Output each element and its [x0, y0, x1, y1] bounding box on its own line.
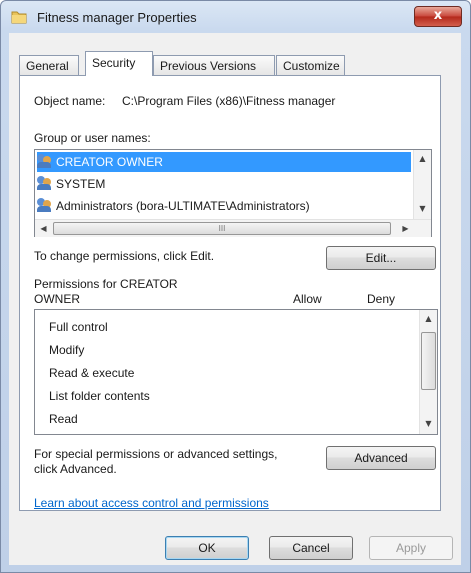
users-icon: [37, 198, 53, 212]
group-names-label: Group or user names:: [34, 131, 151, 145]
window-title: Fitness manager Properties: [37, 10, 197, 25]
tab-general[interactable]: General: [19, 55, 79, 75]
permission-row: List folder contents: [49, 389, 150, 403]
group-list-vscrollbar[interactable]: ▲ ▼: [413, 150, 431, 219]
allow-column-header: Allow: [293, 292, 322, 306]
edit-button[interactable]: Edit...: [326, 246, 436, 270]
deny-column-header: Deny: [367, 292, 396, 306]
scroll-left-arrow-icon[interactable]: ◀: [35, 220, 52, 237]
special-permissions-text-2: click Advanced.: [34, 462, 117, 476]
group-name: SYSTEM: [56, 177, 106, 191]
dialog-client: General Security Previous Versions Custo…: [9, 33, 461, 565]
group-name: Administrators (bora-ULTIMATE\Administra…: [56, 199, 310, 213]
group-name: CREATOR OWNER: [56, 155, 163, 169]
change-permissions-text: To change permissions, click Edit.: [34, 249, 215, 263]
title-bar[interactable]: Fitness manager Properties x: [1, 1, 470, 33]
apply-button[interactable]: Apply: [369, 536, 453, 560]
special-permissions-text: For special permissions or advanced sett…: [34, 447, 278, 461]
permission-row: Modify: [49, 343, 85, 357]
ok-button[interactable]: OK: [165, 536, 249, 560]
object-name-label: Object name:: [34, 94, 106, 108]
permissions-for-principal: OWNER: [34, 292, 80, 306]
permissions-list[interactable]: Full control Modify Read & execute List …: [34, 309, 438, 435]
cancel-button[interactable]: Cancel: [269, 536, 353, 560]
permission-row: Read & execute: [49, 366, 135, 380]
advanced-button[interactable]: Advanced: [326, 446, 436, 470]
hscroll-thumb[interactable]: III: [53, 222, 391, 235]
permissions-vscrollbar[interactable]: ▲ ▼: [419, 310, 437, 434]
security-tab-panel: Object name: C:\Program Files (x86)\Fitn…: [19, 75, 441, 511]
scroll-right-arrow-icon[interactable]: ▶: [397, 220, 414, 237]
permission-row: Full control: [49, 320, 108, 334]
list-item[interactable]: CREATOR OWNER: [37, 152, 411, 172]
scroll-up-arrow-icon[interactable]: ▲: [414, 150, 431, 167]
group-user-list[interactable]: CREATOR OWNER SYSTEM Administrators (bor…: [34, 149, 432, 237]
folder-icon: [11, 11, 27, 24]
scroll-up-arrow-icon[interactable]: ▲: [420, 310, 437, 327]
permissions-for-label: Permissions for CREATOR: [34, 277, 178, 291]
properties-window: Fitness manager Properties x General Sec…: [0, 0, 471, 573]
tab-security[interactable]: Security: [85, 51, 153, 76]
users-icon: [37, 154, 53, 168]
scroll-down-arrow-icon[interactable]: ▼: [414, 200, 431, 217]
learn-more-link[interactable]: Learn about access control and permissio…: [34, 496, 269, 510]
permission-row: Read: [49, 412, 78, 426]
list-item[interactable]: SYSTEM: [37, 174, 411, 194]
tab-customize[interactable]: Customize: [276, 55, 345, 75]
vscroll-thumb[interactable]: [421, 332, 436, 390]
list-item[interactable]: Administrators (bora-ULTIMATE\Administra…: [37, 196, 411, 216]
object-name-value: C:\Program Files (x86)\Fitness manager: [122, 94, 336, 108]
users-icon: [37, 176, 53, 190]
tab-previous-versions[interactable]: Previous Versions: [153, 55, 275, 75]
scroll-down-arrow-icon[interactable]: ▼: [420, 415, 437, 432]
group-list-hscrollbar[interactable]: ◀ III ▶: [35, 219, 431, 237]
close-button[interactable]: x: [414, 6, 462, 27]
